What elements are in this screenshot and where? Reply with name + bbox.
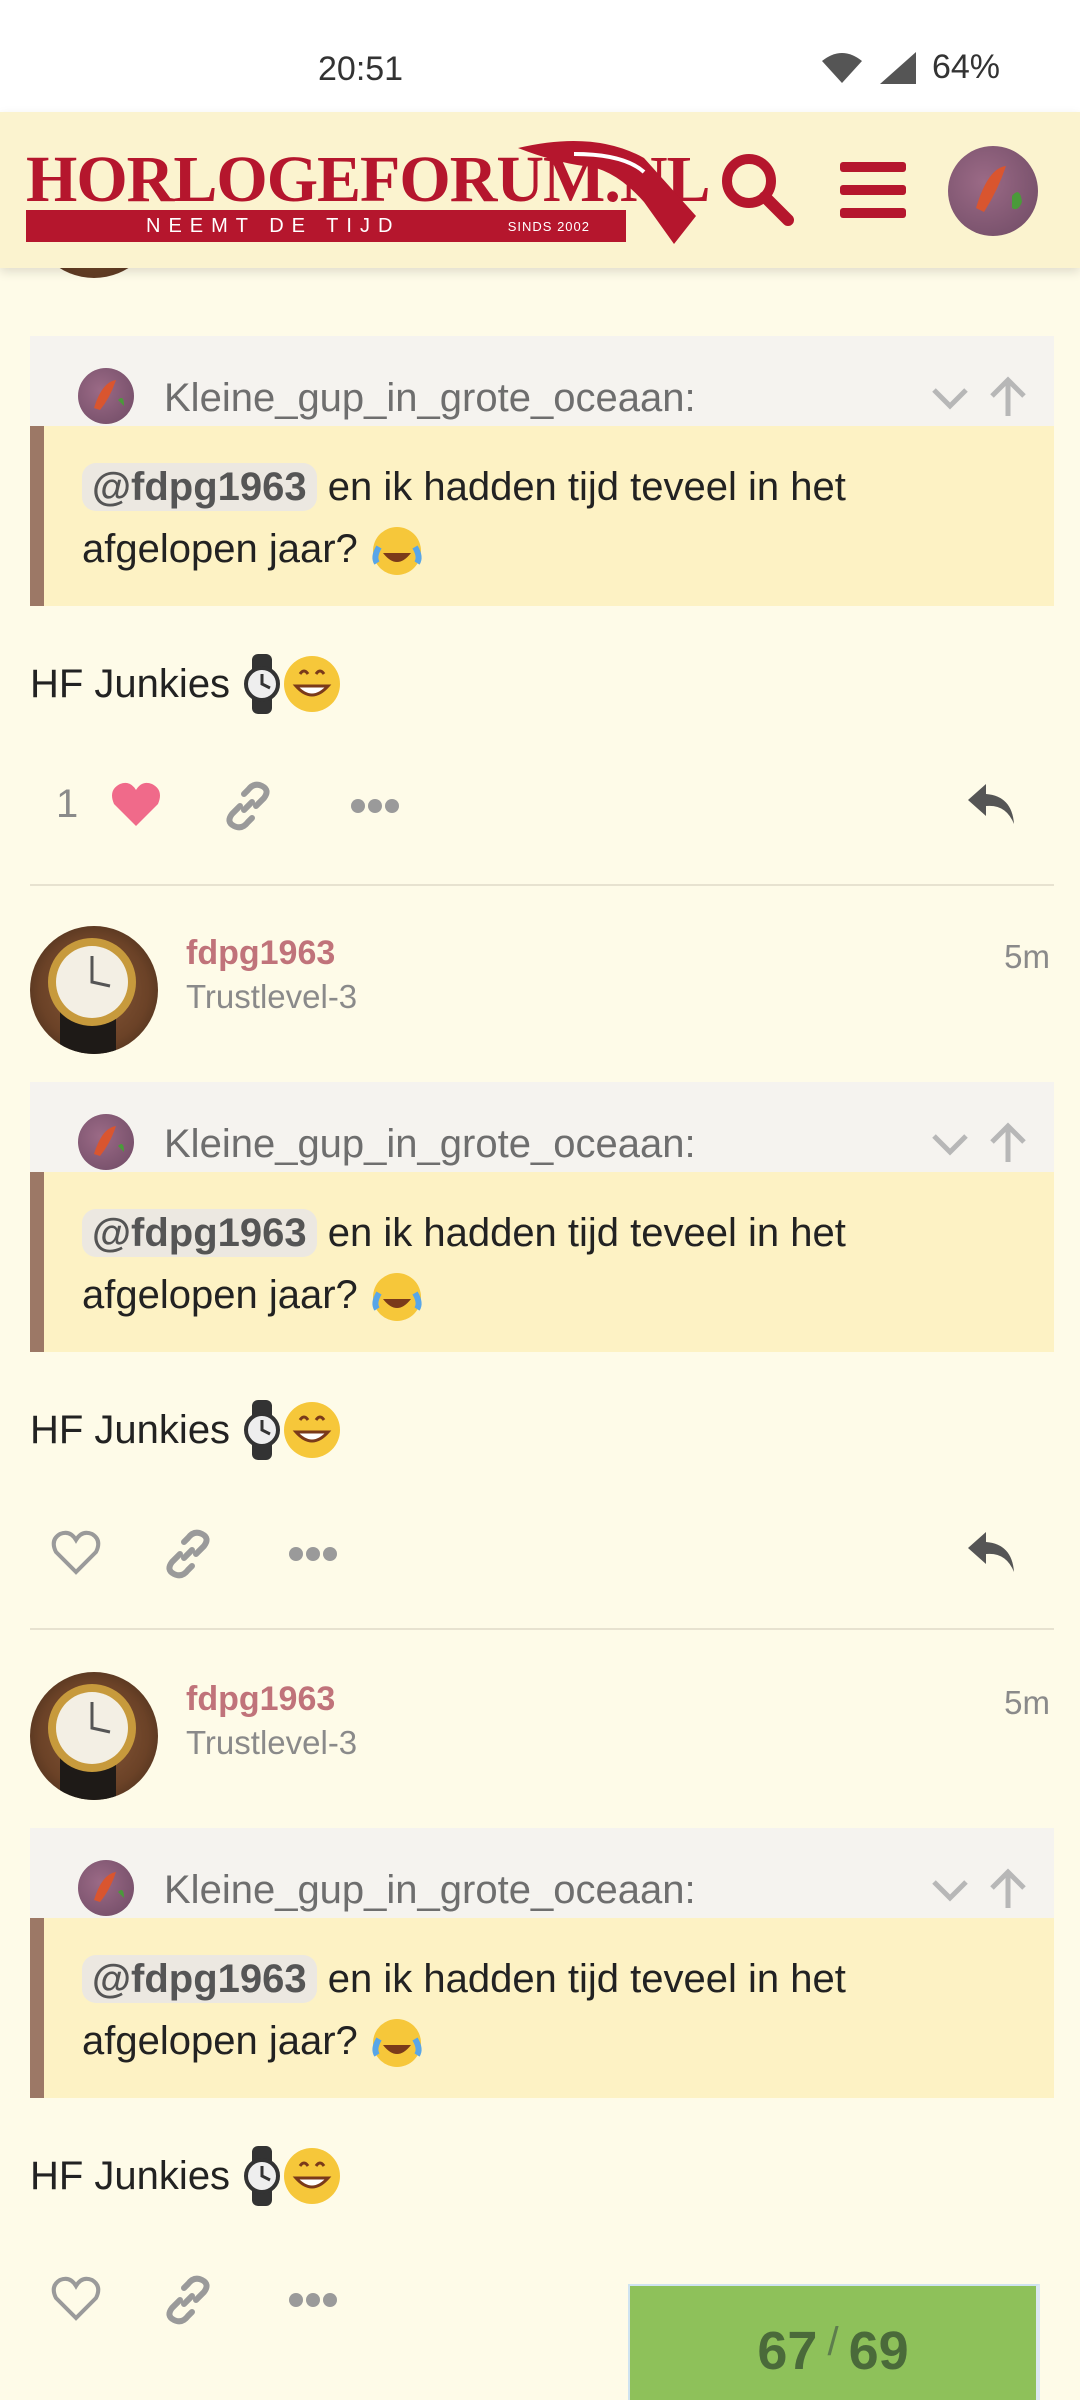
reply-icon[interactable]	[966, 782, 1018, 828]
more-icon[interactable]	[288, 1546, 338, 1562]
quote-author: Kleine_gup_in_grote_oceaan:	[164, 376, 696, 420]
quote-title[interactable]: Kleine_gup_in_grote_oceaan:	[30, 336, 1054, 426]
user-avatar[interactable]	[948, 146, 1038, 236]
post-actions: 1	[0, 772, 1080, 842]
arrow-up-icon[interactable]	[988, 374, 1028, 420]
quote-author: Kleine_gup_in_grote_oceaan:	[164, 1122, 696, 1166]
post-divider	[30, 884, 1054, 886]
heart-icon[interactable]	[50, 1528, 102, 1576]
link-icon[interactable]	[162, 1528, 214, 1580]
quote-block: Kleine_gup_in_grote_oceaan: @fdpg1963 en…	[30, 1828, 1054, 2098]
quote-line2: afgelopen jaar?	[82, 2019, 358, 2063]
post-text: HF Junkies	[30, 654, 342, 714]
logo-tagline: NEEMT DE TIJD	[146, 214, 401, 237]
wifi-icon	[821, 52, 862, 83]
status-bar: 20:51 64%	[0, 0, 1080, 112]
link-icon[interactable]	[162, 2274, 214, 2326]
post-body: HF Junkies	[30, 2153, 231, 2198]
user-level: Trustlevel-3	[186, 978, 358, 1015]
link-icon[interactable]	[222, 780, 274, 832]
more-icon[interactable]	[288, 2292, 338, 2308]
quote-author: Kleine_gup_in_grote_oceaan:	[164, 1868, 696, 1912]
quote-title[interactable]: Kleine_gup_in_grote_oceaan:	[30, 1082, 1054, 1172]
heart-icon[interactable]	[110, 780, 162, 828]
site-logo[interactable]: HORLOGEFORUM.NL NEEMT DE TIJD SINDS 2002	[26, 132, 711, 252]
post-body: HF Junkies	[30, 1407, 231, 1452]
quote-text: @fdpg1963 en ik hadden tijd teveel in he…	[82, 1202, 1042, 1326]
mention-link[interactable]: @fdpg1963	[82, 1955, 317, 2003]
grin-emoji	[284, 2148, 341, 2204]
watch-photo	[48, 938, 136, 1054]
grin-emoji	[284, 656, 341, 712]
laugh-cry-emoji	[372, 2019, 422, 2068]
progress-separator: /	[827, 2320, 839, 2364]
post-text: HF Junkies	[30, 2146, 342, 2206]
chevron-down-icon[interactable]	[930, 1870, 970, 1910]
quote-line1: en ik hadden tijd teveel in het	[316, 465, 846, 509]
laugh-cry-emoji	[372, 1273, 422, 1322]
quote-line2: afgelopen jaar?	[82, 1273, 358, 1317]
logo-banner: NEEMT DE TIJD SINDS 2002	[26, 210, 626, 242]
arrow-up-icon[interactable]	[988, 1866, 1028, 1912]
status-time: 20:51	[318, 50, 404, 88]
progress-total: 69	[848, 2321, 909, 2381]
quote-text: @fdpg1963 en ik hadden tijd teveel in he…	[82, 456, 1042, 580]
post-body: HF Junkies	[30, 661, 231, 706]
quote-block: Kleine_gup_in_grote_oceaan: @fdpg1963 en…	[30, 336, 1054, 606]
watch-emoji	[244, 2146, 281, 2206]
post-header: fdpg1963 Trustlevel-3 5m	[0, 926, 1080, 1056]
quote-line1: en ik hadden tijd teveel in het	[316, 1957, 846, 2001]
status-right: 64%	[820, 48, 1000, 87]
post-divider	[30, 1628, 1054, 1630]
quote-title[interactable]: Kleine_gup_in_grote_oceaan:	[30, 1828, 1054, 1918]
mention-link[interactable]: @fdpg1963	[82, 1209, 317, 1257]
heart-icon[interactable]	[50, 2274, 102, 2322]
avatar[interactable]	[30, 926, 158, 1054]
watch-photo	[48, 1684, 136, 1800]
grin-emoji	[284, 1402, 341, 1458]
logo-since: SINDS 2002	[507, 218, 590, 234]
username[interactable]: fdpg1963	[186, 1680, 335, 1719]
quote-line2: afgelopen jaar?	[82, 527, 358, 571]
topic-progress[interactable]: 67 / 69	[628, 2284, 1040, 2400]
post-actions	[0, 1520, 1080, 1590]
fish-icon	[976, 166, 1022, 212]
site-header: HORLOGEFORUM.NL NEEMT DE TIJD SINDS 2002	[0, 112, 1080, 268]
chevron-down-icon[interactable]	[930, 1124, 970, 1164]
fish-icon	[94, 1872, 124, 1902]
mention-link[interactable]: @fdpg1963	[82, 463, 317, 511]
quote-body: @fdpg1963 en ik hadden tijd teveel in he…	[30, 426, 1054, 606]
chevron-down-icon[interactable]	[930, 378, 970, 418]
quote-body: @fdpg1963 en ik hadden tijd teveel in he…	[30, 1172, 1054, 1352]
quote-block: Kleine_gup_in_grote_oceaan: @fdpg1963 en…	[30, 1082, 1054, 1352]
avatar	[78, 368, 134, 424]
search-icon[interactable]	[716, 148, 796, 228]
post-time[interactable]: 5m	[1004, 1684, 1050, 1722]
fish-icon	[94, 1126, 124, 1156]
menu-icon[interactable]	[840, 160, 906, 220]
signal-icon	[879, 51, 916, 84]
watch-emoji	[244, 1400, 281, 1460]
post-time[interactable]: 5m	[1004, 938, 1050, 976]
arrow-up-icon[interactable]	[988, 1120, 1028, 1166]
quote-line1: en ik hadden tijd teveel in het	[316, 1211, 846, 1255]
quote-body: @fdpg1963 en ik hadden tijd teveel in he…	[30, 1918, 1054, 2098]
avatar	[78, 1114, 134, 1170]
reply-icon[interactable]	[966, 1530, 1018, 1576]
username[interactable]: fdpg1963	[186, 934, 335, 973]
quote-text: @fdpg1963 en ik hadden tijd teveel in he…	[82, 1948, 1042, 2072]
post-text: HF Junkies	[30, 1400, 342, 1460]
more-icon[interactable]	[350, 798, 400, 814]
avatar	[78, 1860, 134, 1916]
fish-icon	[94, 380, 124, 410]
avatar[interactable]	[30, 1672, 158, 1800]
laugh-cry-emoji	[372, 527, 422, 576]
battery-text: 64%	[931, 48, 1000, 86]
watch-emoji	[244, 654, 281, 714]
user-level: Trustlevel-3	[186, 1724, 358, 1761]
progress-current: 67	[757, 2321, 818, 2381]
like-count[interactable]: 1	[56, 782, 78, 827]
post-header: fdpg1963 Trustlevel-3 5m	[0, 1672, 1080, 1802]
